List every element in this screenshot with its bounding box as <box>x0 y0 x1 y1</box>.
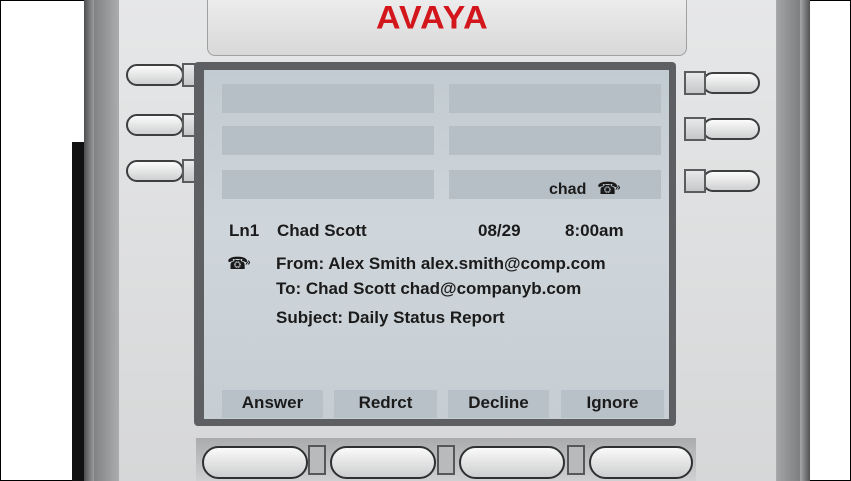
from-line: From: Alex Smith alex.smith@comp.com <box>276 254 606 273</box>
feature-cell-left-2 <box>222 126 434 155</box>
softkey-button-ignore[interactable] <box>589 446 693 479</box>
feature-cell-right-1 <box>449 84 661 113</box>
feature-key-label: chad <box>549 181 587 198</box>
feature-cell-left-3 <box>222 170 434 199</box>
softkey-label-answer: Answer <box>222 390 323 418</box>
phone-rim-right <box>800 0 810 481</box>
call-time: 8:00am <box>565 221 624 240</box>
call-ring-waves-icon: » <box>245 257 251 268</box>
line-key-right-1-cap <box>684 71 706 95</box>
feature-cell-right-2 <box>449 126 661 155</box>
line-key-right-3-cap <box>684 169 706 193</box>
softkey-button-redirect[interactable] <box>330 446 436 479</box>
display-screen <box>204 70 669 419</box>
softkey-separator-1 <box>308 445 326 475</box>
feature-cell-left-1 <box>222 84 434 113</box>
line-key-left-3[interactable] <box>126 160 184 182</box>
call-date: 08/29 <box>478 221 521 240</box>
line-key-right-2[interactable] <box>702 118 760 140</box>
subject-line: Subject: Daily Status Report <box>276 308 505 327</box>
line-key-right-1[interactable] <box>702 72 760 94</box>
line-key-left-1[interactable] <box>126 64 184 86</box>
softkey-label-decline: Decline <box>448 390 549 418</box>
line-indicator: Ln1 <box>229 221 260 240</box>
line-key-right-2-cap <box>684 117 706 141</box>
feature-ring-waves-icon: » <box>615 182 621 193</box>
softkey-separator-2 <box>437 445 455 475</box>
line-key-left-2[interactable] <box>126 114 184 136</box>
caller-name: Chad Scott <box>277 221 367 240</box>
softkey-separator-3 <box>567 445 585 475</box>
avaya-logo: AVAYA <box>376 0 489 37</box>
to-line: To: Chad Scott chad@companyb.com <box>276 279 582 298</box>
softkey-label-ignore: Ignore <box>561 390 664 418</box>
phone-rim-left <box>84 0 94 481</box>
softkey-button-answer[interactable] <box>202 446 308 479</box>
softkey-label-redirect: Redrct <box>334 390 437 418</box>
softkey-button-decline[interactable] <box>459 446 565 479</box>
line-key-right-3[interactable] <box>702 170 760 192</box>
